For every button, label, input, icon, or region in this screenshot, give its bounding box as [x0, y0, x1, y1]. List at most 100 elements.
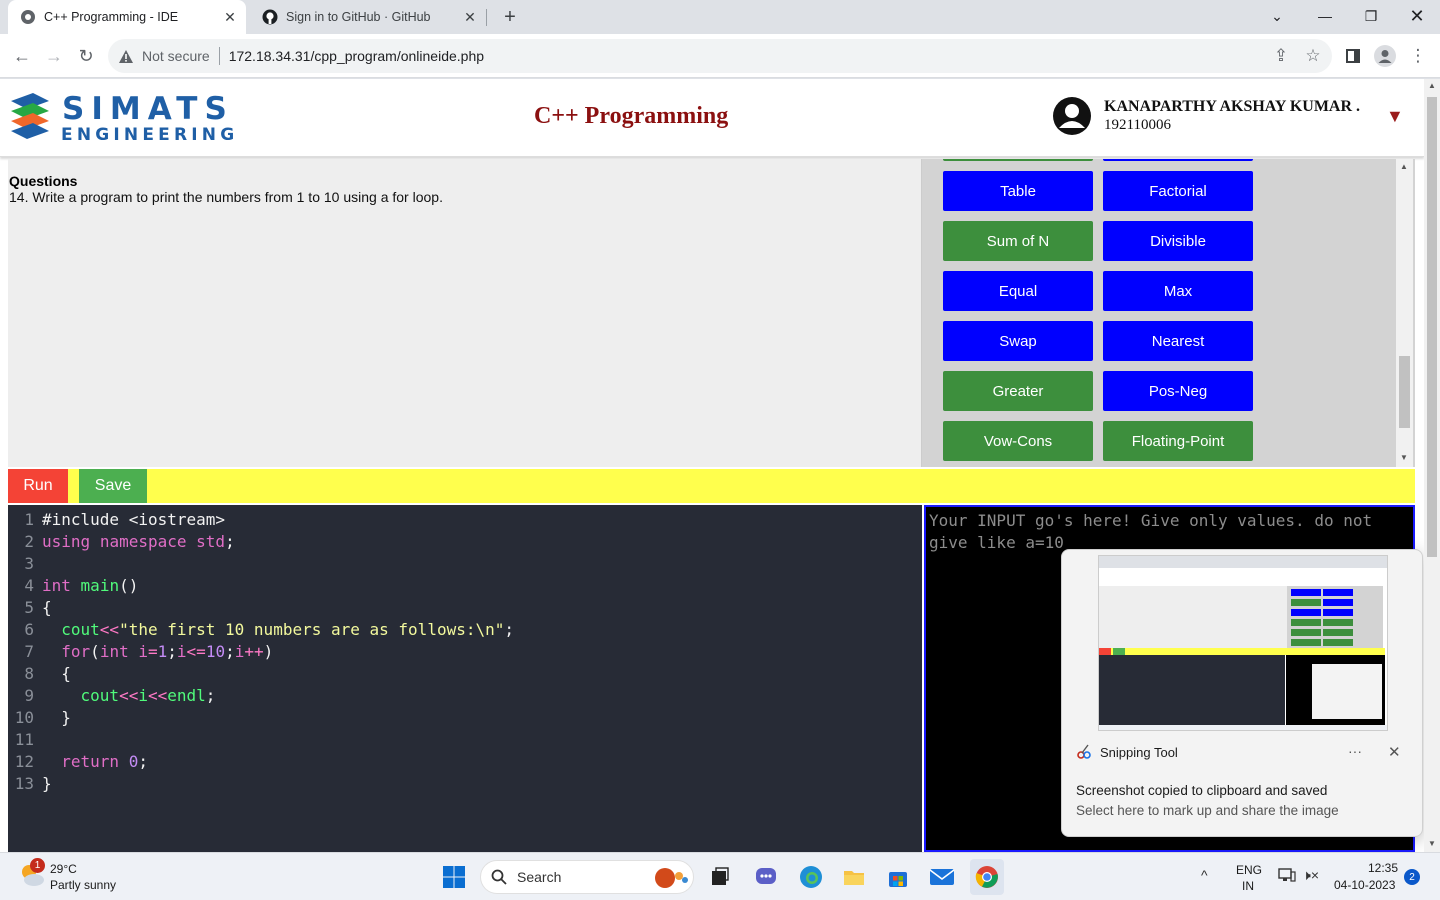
code-line[interactable]: 6 cout<<"the first 10 numbers are as fol… — [8, 619, 514, 641]
network-icon[interactable] — [1278, 867, 1296, 886]
page-scrollbar[interactable]: ▲ ▼ — [1424, 79, 1440, 852]
question-panel-scrollbar[interactable]: ▲ ▼ — [1396, 159, 1413, 467]
user-menu-caret-icon[interactable]: ▼ — [1386, 106, 1404, 127]
restore-icon[interactable]: ❐ — [1348, 0, 1394, 32]
kebab-menu-icon[interactable]: ⋮ — [1403, 41, 1433, 71]
windows-start-icon[interactable] — [438, 861, 470, 893]
question-button-greater[interactable]: Greater — [943, 371, 1093, 411]
scroll-up-icon[interactable]: ▲ — [1428, 81, 1436, 90]
question-button-pos-neg[interactable]: Pos-Neg — [1103, 371, 1253, 411]
question-button-max[interactable]: Max — [1103, 271, 1253, 311]
save-button[interactable]: Save — [79, 469, 147, 503]
code-token: << — [147, 686, 168, 705]
code-token: int — [99, 642, 129, 661]
code-line[interactable]: 5{ — [8, 597, 51, 619]
search-label: Search — [517, 869, 562, 885]
weather-temperature[interactable]: 29°C — [50, 862, 77, 876]
code-line[interactable]: 12 return 0; — [8, 751, 148, 773]
code-line[interactable]: 3 — [8, 553, 42, 575]
tray-overflow-icon[interactable]: ^ — [1201, 867, 1208, 883]
address-bar[interactable]: Not secure 172.18.34.31/cpp_program/onli… — [108, 39, 1332, 73]
side-panel-icon[interactable] — [1338, 41, 1368, 71]
code-line[interactable]: 4 int main() — [8, 575, 138, 597]
scroll-down-icon[interactable]: ▼ — [1428, 839, 1436, 848]
site-favicon-icon — [20, 9, 36, 25]
notification-title: Screenshot copied to clipboard and saved — [1076, 783, 1328, 798]
code-line[interactable]: 11 — [8, 729, 42, 751]
bookmark-star-icon[interactable]: ☆ — [1298, 41, 1328, 71]
minimize-icon[interactable]: — — [1302, 0, 1348, 32]
scroll-down-icon[interactable]: ▼ — [1400, 453, 1408, 462]
code-token: using — [42, 532, 91, 551]
screenshot-thumbnail[interactable] — [1098, 555, 1388, 731]
question-button-vow-cons[interactable]: Vow-Cons — [943, 421, 1093, 461]
edge-browser-icon[interactable] — [795, 861, 827, 893]
volume-muted-icon[interactable]: 🕨× — [1302, 867, 1319, 884]
notification-app-row: Snipping Tool — [1076, 744, 1178, 760]
code-line[interactable]: 9 cout<<i<<endl; — [8, 685, 215, 707]
microsoft-store-icon[interactable] — [882, 861, 914, 893]
question-button-table[interactable]: Table — [943, 171, 1093, 211]
tab-search-icon[interactable]: ⌄ — [1254, 0, 1300, 32]
line-number: 13 — [14, 774, 34, 793]
clock-time[interactable]: 12:35 — [1368, 861, 1398, 875]
code-token: main — [80, 576, 120, 595]
reload-icon[interactable]: ↻ — [71, 41, 101, 71]
logo-wordmark-top: SIMATS — [62, 91, 234, 127]
tab-ide[interactable]: C++ Programming - IDE ✕ — [8, 0, 246, 34]
taskbar-search-box[interactable]: Search — [480, 860, 694, 894]
mail-icon[interactable] — [926, 861, 958, 893]
close-window-icon[interactable]: ✕ — [1394, 0, 1440, 32]
page-scrollbar-thumb[interactable] — [1427, 97, 1437, 557]
line-number: 10 — [14, 708, 34, 727]
back-icon[interactable]: ← — [7, 41, 37, 71]
profile-icon[interactable] — [1370, 41, 1400, 71]
question-button-sum-of-n[interactable]: Sum of N — [943, 221, 1093, 261]
notification-close-icon[interactable]: ✕ — [1388, 743, 1401, 761]
tab-close-icon[interactable]: ✕ — [220, 7, 240, 27]
url-text[interactable]: 172.18.34.31/cpp_program/onlineide.php — [229, 48, 484, 64]
clock-date[interactable]: 04-10-2023 — [1334, 878, 1395, 892]
language-indicator[interactable]: ENG — [1236, 863, 1262, 877]
question-button-nearest[interactable]: Nearest — [1103, 321, 1253, 361]
question-button-swap[interactable]: Swap — [943, 321, 1093, 361]
warning-icon[interactable] — [118, 49, 134, 64]
question-button-factorial[interactable]: Factorial — [1103, 171, 1253, 211]
question-button-partial[interactable] — [1103, 159, 1253, 161]
user-avatar-icon[interactable] — [1052, 96, 1092, 136]
tab-close-icon[interactable]: ✕ — [460, 7, 480, 27]
code-editor[interactable]: 1 #include <iostream> 2 using namespace std… — [8, 505, 922, 852]
code-token: ; — [504, 620, 515, 639]
question-button-partial[interactable] — [943, 159, 1093, 161]
task-view-icon[interactable] — [704, 861, 736, 893]
code-token: int — [42, 576, 71, 595]
notification-count-badge[interactable]: 2 — [1404, 869, 1420, 885]
security-label[interactable]: Not secure — [142, 48, 210, 64]
tab-github[interactable]: Sign in to GitHub · GitHub ✕ — [250, 0, 486, 34]
file-explorer-icon[interactable] — [838, 861, 870, 893]
chrome-icon[interactable] — [970, 859, 1004, 895]
code-token: i — [138, 686, 148, 705]
weather-description[interactable]: Partly sunny — [50, 878, 116, 892]
language-region[interactable]: IN — [1242, 879, 1254, 893]
code-line[interactable]: 1 #include <iostream> — [8, 509, 225, 531]
scroll-up-icon[interactable]: ▲ — [1400, 162, 1408, 171]
question-button-equal[interactable]: Equal — [943, 271, 1093, 311]
share-icon[interactable]: ⇪ — [1266, 41, 1296, 71]
teams-chat-icon[interactable] — [750, 861, 782, 893]
forward-icon[interactable]: → — [39, 41, 69, 71]
browser-tab-strip: C++ Programming - IDE ✕ Sign in to GitHu… — [0, 0, 1440, 34]
run-button[interactable]: Run — [8, 469, 68, 503]
question-button-divisible[interactable]: Divisible — [1103, 221, 1253, 261]
snipping-tool-notification[interactable]: Snipping Tool ··· ✕ Screenshot copied to… — [1061, 549, 1423, 837]
code-line[interactable]: 10 } — [8, 707, 71, 729]
code-line[interactable]: 7 for(int i=1;i<=10;i++) — [8, 641, 273, 663]
code-line[interactable]: 8 { — [8, 663, 71, 685]
question-button-floating-point[interactable]: Floating-Point — [1103, 421, 1253, 461]
code-line[interactable]: 13} — [8, 773, 52, 795]
code-line[interactable]: 2 using namespace std; — [8, 531, 234, 553]
code-token: 10 — [205, 642, 226, 661]
new-tab-button[interactable]: + — [498, 5, 522, 29]
notification-more-icon[interactable]: ··· — [1348, 743, 1362, 759]
scrollbar-thumb[interactable] — [1399, 356, 1410, 428]
